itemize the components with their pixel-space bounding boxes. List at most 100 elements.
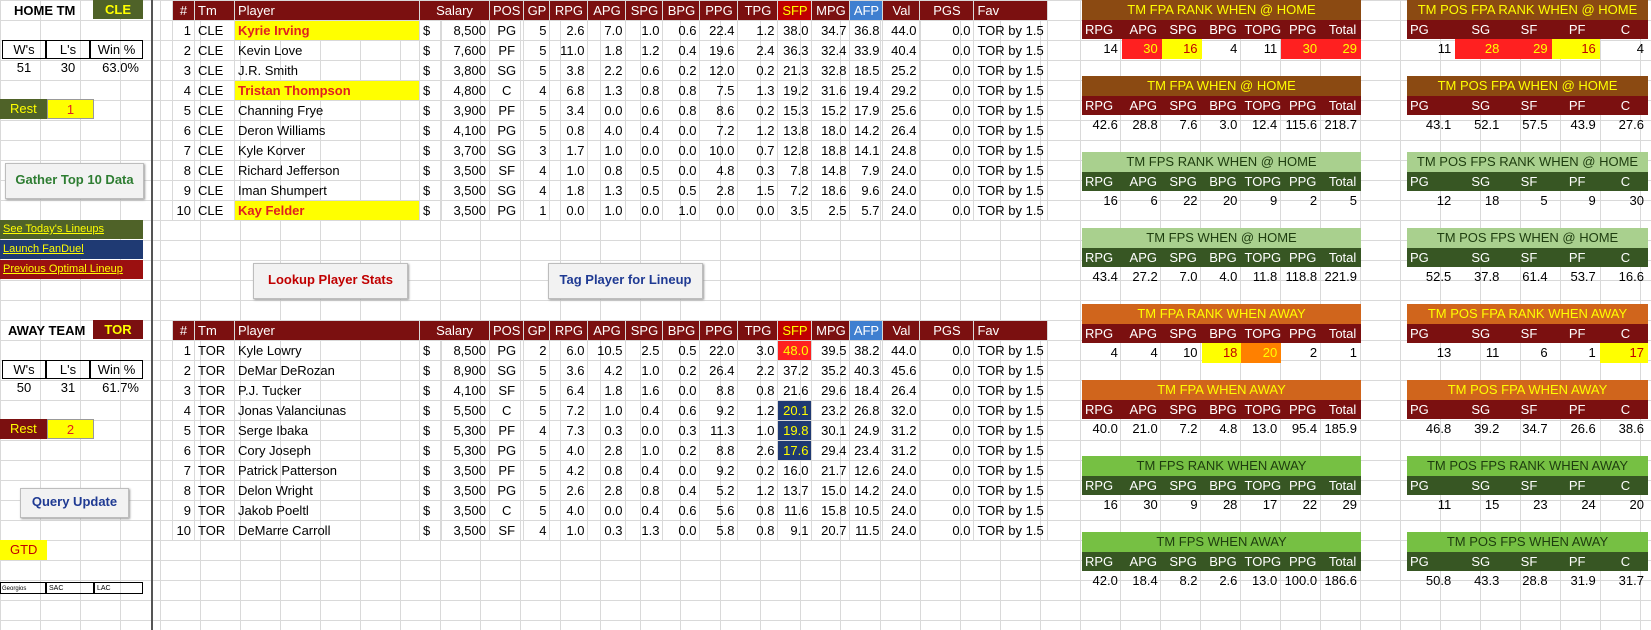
home-cell-team[interactable]: CLE [194, 160, 235, 181]
away-cell-pgs[interactable]: 0.0 [919, 360, 975, 381]
home-cell-bpg[interactable]: 0.0 [662, 160, 701, 181]
away-cell-mpg[interactable]: 29.4 [811, 440, 851, 461]
home-cell-rpg[interactable]: 1.8 [549, 180, 589, 201]
tag-player-button[interactable]: Tag Player for Lineup [548, 263, 703, 299]
away-cell-favorite[interactable]: TOR by 1.5 [973, 480, 1048, 501]
home-header-player[interactable]: Player [234, 0, 420, 21]
panel-value[interactable]: 53.7 [1552, 267, 1600, 287]
home-cell-spg[interactable]: 0.6 [625, 60, 664, 81]
home-cell-apg[interactable]: 1.3 [587, 80, 627, 101]
home-cell-ppg[interactable]: 12.0 [699, 60, 739, 81]
home-cell-ppg[interactable]: 7.5 [699, 80, 739, 101]
away-cell-bpg[interactable]: 0.4 [662, 480, 701, 501]
away-header-salary[interactable]: Salary [419, 320, 490, 341]
home-cell-currency[interactable]: $ [419, 100, 442, 121]
home-cell-player-name[interactable]: Kyrie Irving [234, 20, 420, 41]
home-cell-rank[interactable]: 3 [172, 60, 195, 81]
away-cell-bpg[interactable]: 0.3 [662, 420, 701, 441]
panel-value[interactable]: 4.8 [1202, 419, 1242, 439]
home-cell-currency[interactable]: $ [419, 80, 442, 101]
away-cell-currency[interactable]: $ [419, 400, 442, 421]
away-cell-games-played[interactable]: 2 [523, 340, 551, 361]
panel-value[interactable]: 31.9 [1552, 571, 1600, 591]
home-player-row[interactable]: 1 CLE Kyrie Irving $8,500 PG 5 2.6 7.0 1.0 0.6 22.… [172, 20, 1048, 41]
away-cell-value[interactable]: 31.2 [882, 440, 921, 461]
home-cell-favorite[interactable]: TOR by 1.5 [973, 160, 1048, 181]
panel-value[interactable]: 6 [1503, 343, 1551, 363]
home-cell-salary[interactable]: 3,500 [441, 160, 490, 181]
home-cell-salary[interactable]: 3,800 [441, 60, 490, 81]
away-cell-bpg[interactable]: 0.2 [662, 440, 701, 461]
home-cell-value[interactable]: 26.4 [882, 120, 921, 141]
panel-value[interactable]: 22 [1162, 191, 1202, 211]
away-cell-sfp[interactable]: 37.2 [777, 360, 813, 381]
away-cell-ppg[interactable]: 11.3 [699, 420, 739, 441]
away-cell-team[interactable]: TOR [194, 360, 235, 381]
panel-value[interactable]: 1 [1321, 343, 1361, 363]
home-cell-afp[interactable]: 36.8 [849, 20, 884, 41]
home-cell-sfp[interactable]: 7.8 [777, 160, 813, 181]
home-header-pos[interactable]: POS [488, 0, 525, 21]
home-cell-salary[interactable]: 8,500 [441, 20, 490, 41]
home-cell-position[interactable]: PG [488, 200, 525, 221]
away-cell-position[interactable]: PG [488, 340, 525, 361]
home-team-code[interactable]: CLE [93, 0, 143, 19]
away-cell-mpg[interactable]: 29.6 [811, 380, 851, 401]
panel-value[interactable]: 2.6 [1202, 571, 1242, 591]
panel-value[interactable]: 29 [1503, 39, 1552, 59]
home-cell-apg[interactable]: 1.0 [587, 200, 627, 221]
home-cell-games-played[interactable]: 5 [523, 20, 551, 41]
home-cell-pgs[interactable]: 0.0 [919, 200, 975, 221]
away-cell-position[interactable]: PG [488, 440, 525, 461]
home-cell-team[interactable]: CLE [194, 80, 235, 101]
panel-value[interactable]: 16.6 [1600, 267, 1648, 287]
home-cell-favorite[interactable]: TOR by 1.5 [973, 100, 1048, 121]
away-cell-favorite[interactable]: TOR by 1.5 [973, 500, 1048, 521]
away-cell-player-name[interactable]: DeMarre Carroll [234, 520, 420, 541]
home-cell-team[interactable]: CLE [194, 100, 235, 121]
home-cell-apg[interactable]: 7.0 [587, 20, 627, 41]
home-cell-rank[interactable]: 6 [172, 120, 195, 141]
away-cell-afp[interactable]: 40.3 [849, 360, 884, 381]
panel-value[interactable]: 221.9 [1321, 267, 1361, 287]
away-cell-value[interactable]: 24.0 [882, 460, 921, 481]
away-cell-mpg[interactable]: 35.2 [811, 360, 851, 381]
away-cell-games-played[interactable]: 5 [523, 400, 551, 421]
home-cell-rpg[interactable]: 0.8 [549, 120, 589, 141]
home-cell-rank[interactable]: 1 [172, 20, 195, 41]
previous-lineup-link[interactable]: Previous Optimal Lineup [0, 260, 143, 279]
away-rest-value[interactable]: 2 [47, 419, 94, 439]
home-cell-bpg[interactable]: 0.8 [662, 100, 701, 121]
panel-value[interactable]: 4 [1122, 343, 1162, 363]
bottom-cell-3[interactable]: LAC [94, 582, 143, 594]
away-cell-salary[interactable]: 3,500 [441, 500, 490, 521]
home-cell-position[interactable]: PG [488, 120, 525, 141]
home-cell-position[interactable]: SF [488, 160, 525, 181]
home-cell-player-name[interactable]: Deron Williams [234, 120, 420, 141]
panel-value[interactable]: 7.2 [1162, 419, 1202, 439]
away-cell-mpg[interactable]: 30.1 [811, 420, 851, 441]
away-cell-position[interactable]: PG [488, 480, 525, 501]
away-player-row[interactable]: 7 TOR Patrick Patterson $3,500 PF 5 4.2 0.8 0.4 0… [172, 460, 1048, 481]
panel-value[interactable]: 40.0 [1082, 419, 1122, 439]
home-cell-mpg[interactable]: 2.5 [811, 200, 851, 221]
home-cell-value[interactable]: 40.4 [882, 40, 921, 61]
away-cell-bpg[interactable]: 0.2 [662, 360, 701, 381]
home-cell-apg[interactable]: 0.0 [587, 100, 627, 121]
home-cell-mpg[interactable]: 18.8 [811, 140, 851, 161]
home-cell-position[interactable]: SG [488, 60, 525, 81]
home-cell-games-played[interactable]: 5 [523, 120, 551, 141]
away-cell-rank[interactable]: 3 [172, 380, 195, 401]
panel-value[interactable]: 18 [1455, 191, 1503, 211]
home-header-spg[interactable]: SPG [625, 0, 664, 21]
home-header-ppg[interactable]: PPG [699, 0, 739, 21]
panel-value[interactable]: 95.4 [1281, 419, 1321, 439]
panel-value[interactable]: 10 [1162, 343, 1202, 363]
away-cell-salary[interactable]: 5,500 [441, 400, 490, 421]
home-cell-favorite[interactable]: TOR by 1.5 [973, 200, 1048, 221]
away-cell-tpg[interactable]: 0.8 [737, 520, 779, 541]
lookup-player-stats-button[interactable]: Lookup Player Stats [253, 263, 408, 299]
away-team-code[interactable]: TOR [93, 320, 143, 339]
home-cell-player-name[interactable]: J.R. Smith [234, 60, 420, 81]
away-cell-team[interactable]: TOR [194, 480, 235, 501]
